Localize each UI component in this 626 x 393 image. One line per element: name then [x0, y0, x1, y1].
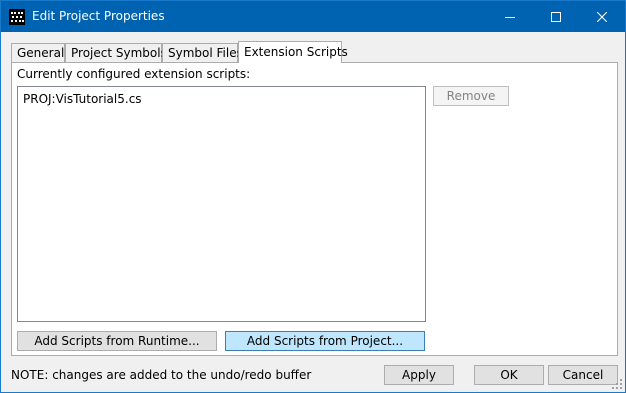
tab-extension-scripts[interactable]: Extension Scripts	[238, 41, 348, 63]
extension-scripts-panel: Currently configured extension scripts: …	[11, 62, 618, 356]
cancel-button[interactable]: Cancel	[548, 365, 618, 385]
tab-general[interactable]: General	[11, 43, 65, 63]
list-item[interactable]: PROJ:VisTutorial5.cs	[23, 92, 142, 106]
maximize-button[interactable]	[533, 1, 579, 32]
title-bar[interactable]: Edit Project Properties	[1, 1, 625, 32]
tab-project-symbols[interactable]: Project Symbols	[65, 43, 167, 63]
ok-button[interactable]: OK	[474, 365, 544, 385]
minimize-button[interactable]	[487, 1, 533, 32]
window-title: Edit Project Properties	[32, 9, 165, 23]
remove-button[interactable]: Remove	[433, 86, 509, 106]
resize-grip-icon[interactable]	[612, 379, 622, 389]
edit-project-properties-dialog: Edit Project Properties General Project …	[0, 0, 626, 393]
close-icon	[597, 11, 607, 22]
undo-note: NOTE: changes are added to the undo/redo…	[11, 368, 312, 382]
add-scripts-from-project-button[interactable]: Add Scripts from Project...	[225, 331, 425, 351]
close-button[interactable]	[579, 1, 625, 32]
minimize-icon	[505, 16, 515, 18]
scripts-listbox[interactable]: PROJ:VisTutorial5.cs	[17, 86, 426, 322]
maximize-icon	[551, 11, 561, 22]
tab-symbol-files[interactable]: Symbol Files	[162, 43, 243, 63]
tab-strip: General Project Symbols Symbol Files Ext…	[1, 41, 625, 63]
add-scripts-from-runtime-button[interactable]: Add Scripts from Runtime...	[17, 331, 217, 351]
apply-button[interactable]: Apply	[384, 365, 454, 385]
scripts-list-label: Currently configured extension scripts:	[17, 67, 251, 81]
app-icon	[9, 9, 25, 25]
